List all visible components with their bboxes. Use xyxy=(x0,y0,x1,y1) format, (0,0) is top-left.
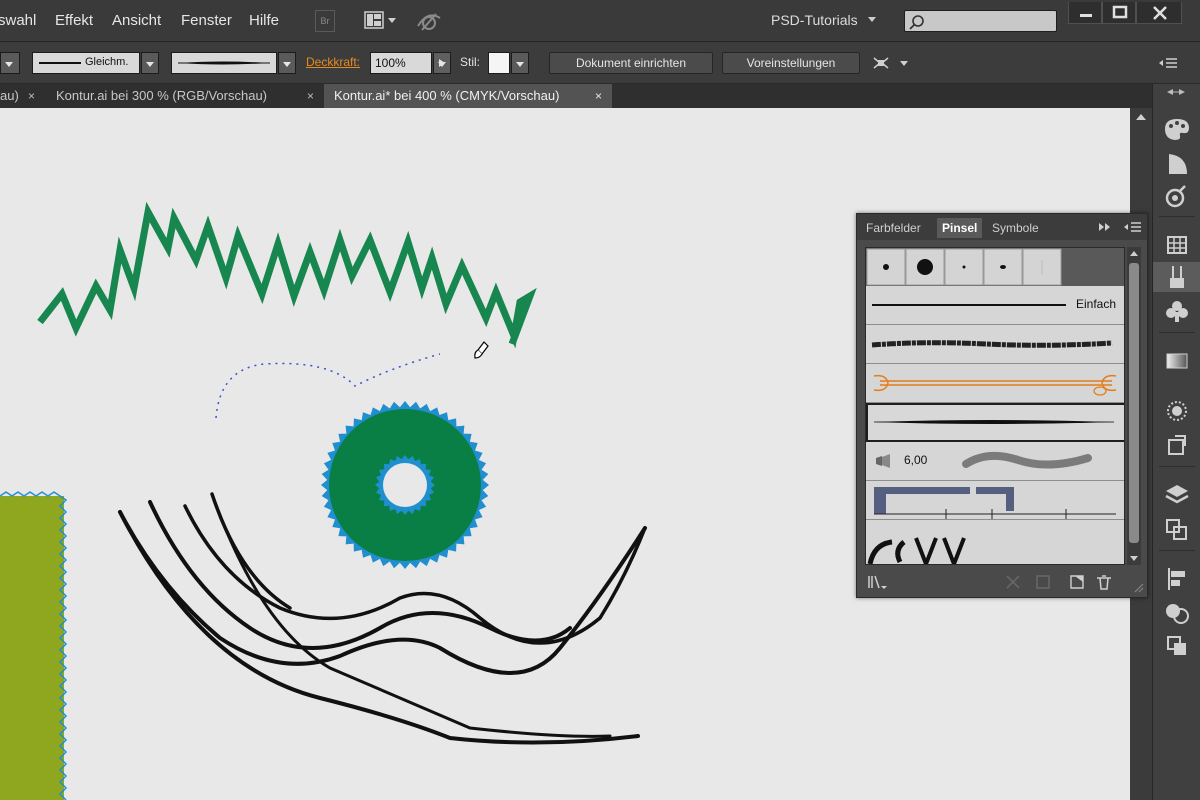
close-icon[interactable]: × xyxy=(28,84,35,108)
color-palette-icon[interactable] xyxy=(1153,114,1200,144)
brush-definition-select[interactable] xyxy=(171,52,277,74)
brush-pattern[interactable] xyxy=(866,481,1124,520)
isolate-icon[interactable] xyxy=(870,52,910,74)
brush-bristle[interactable]: 6,00 xyxy=(866,442,1124,481)
brush-icon[interactable] xyxy=(1153,262,1200,292)
remove-stroke-icon[interactable] xyxy=(1006,575,1020,589)
swatch-grid-icon[interactable] xyxy=(1153,230,1200,260)
brush-options-icon[interactable] xyxy=(1036,575,1050,589)
panel-menu-icon[interactable] xyxy=(1157,54,1179,72)
chevron-down-icon[interactable] xyxy=(0,52,20,74)
chevron-down-icon[interactable] xyxy=(141,52,159,74)
resize-grip-icon[interactable] xyxy=(1134,583,1144,593)
align-icon[interactable] xyxy=(1153,564,1200,594)
document-tab-bar: au) × Kontur.ai bei 300 % (RGB/Vorschau)… xyxy=(0,84,1152,108)
tab-symbols[interactable]: Symbole xyxy=(987,218,1044,238)
panel-dock xyxy=(1152,84,1200,800)
zigzag-stroke[interactable] xyxy=(37,201,537,349)
style-label: Stil: xyxy=(460,55,481,69)
brush-list-scrollbar[interactable] xyxy=(1127,247,1141,565)
tab-kontur-300[interactable]: Kontur.ai bei 300 % (RGB/Vorschau) xyxy=(46,84,320,108)
stroke-profile-label: Gleichm. xyxy=(85,56,129,68)
menu-window[interactable]: Fenster xyxy=(181,12,232,29)
gradient-icon[interactable] xyxy=(1153,346,1200,376)
gpu-preview-icon[interactable] xyxy=(414,8,444,34)
new-brush-icon[interactable] xyxy=(1070,575,1084,589)
graphic-style-swatch[interactable] xyxy=(488,52,510,74)
tab-swatches[interactable]: Farbfelder xyxy=(861,218,926,238)
illustrator-window: swahl Effekt Ansicht Fenster Hilfe Br PS… xyxy=(0,0,1200,800)
bristle-brush-icon xyxy=(876,454,890,468)
tab-label: Kontur.ai bei 300 % (RGB/Vorschau) xyxy=(56,88,268,103)
chevron-down-icon[interactable] xyxy=(278,52,296,74)
arrange-documents-icon[interactable] xyxy=(362,10,398,32)
workspace-switcher[interactable]: PSD-Tutorials xyxy=(771,12,858,28)
gear-hole xyxy=(383,463,427,507)
chevron-down-icon[interactable] xyxy=(511,52,529,74)
brush-charcoal[interactable] xyxy=(866,325,1124,364)
menu-view[interactable]: Ansicht xyxy=(112,12,161,29)
menu-bar: swahl Effekt Ansicht Fenster Hilfe Br PS… xyxy=(0,0,1200,42)
bristle-size-label: 6,00 xyxy=(904,453,928,467)
brushes-panel: Farbfelder Pinsel Symbole Einfach 6,00 xyxy=(856,213,1148,598)
transform-icon[interactable] xyxy=(1153,630,1200,660)
gear-ring[interactable] xyxy=(321,401,489,569)
brush-basic-label: Einfach xyxy=(1076,297,1117,311)
opacity-field[interactable]: 100% xyxy=(370,52,432,74)
tab-label: Kontur.ai* bei 400 % (CMYK/Vorschau) xyxy=(334,88,560,103)
opacity-slider-toggle[interactable] xyxy=(433,52,451,74)
artboards-icon[interactable] xyxy=(1153,514,1200,544)
layers-icon[interactable] xyxy=(1153,480,1200,510)
export-icon[interactable] xyxy=(1153,430,1200,460)
opacity-link[interactable]: Deckkraft: xyxy=(306,55,360,69)
olive-rectangle[interactable] xyxy=(0,491,68,800)
brush-basic[interactable]: Einfach xyxy=(866,286,1124,325)
maximize-icon[interactable] xyxy=(1102,2,1136,24)
delete-icon[interactable] xyxy=(1097,575,1111,590)
menu-effect[interactable]: Effekt xyxy=(55,12,93,29)
collapse-icon[interactable] xyxy=(1097,220,1113,239)
close-icon[interactable]: × xyxy=(595,84,602,108)
tab-kontur-400[interactable]: Kontur.ai* bei 400 % (CMYK/Vorschau) xyxy=(324,84,612,108)
chevron-down-icon[interactable] xyxy=(868,17,876,22)
brush-list[interactable]: Einfach 6,00 xyxy=(865,247,1125,565)
brushes-panel-footer xyxy=(857,568,1147,596)
brush-library-icon[interactable] xyxy=(868,575,887,589)
appearance-icon[interactable] xyxy=(1153,182,1200,212)
stroke-profile-select[interactable]: Gleichm. xyxy=(32,52,140,74)
menu-help[interactable]: Hilfe xyxy=(249,12,279,29)
paintbrush-cursor-icon xyxy=(474,341,489,359)
pathfinder-icon[interactable] xyxy=(1153,598,1200,628)
color-guide-icon[interactable] xyxy=(1153,148,1200,178)
close-icon[interactable]: × xyxy=(307,84,314,108)
close-icon[interactable] xyxy=(1136,2,1182,24)
tab-hidden[interactable]: au) xyxy=(0,84,24,108)
brush-tapered-selected[interactable] xyxy=(866,403,1124,442)
preferences-button[interactable]: Voreinstellungen xyxy=(722,52,860,74)
search-icon xyxy=(909,15,924,30)
transparency-icon[interactable] xyxy=(1153,396,1200,426)
bridge-button[interactable]: Br xyxy=(315,10,335,32)
tab-brushes[interactable]: Pinsel xyxy=(937,218,983,238)
calligraphic-brushes-row xyxy=(866,248,1124,286)
panel-menu-icon[interactable] xyxy=(1123,220,1143,239)
search-input[interactable] xyxy=(904,10,1057,32)
minimize-icon[interactable] xyxy=(1068,2,1102,24)
club-symbol-icon[interactable] xyxy=(1153,296,1200,326)
brush-zigzag-art[interactable] xyxy=(866,520,1124,564)
document-setup-button[interactable]: Dokument einrichten xyxy=(549,52,713,74)
menu-selection[interactable]: swahl xyxy=(0,12,36,29)
brush-arrow-art[interactable] xyxy=(866,364,1124,403)
